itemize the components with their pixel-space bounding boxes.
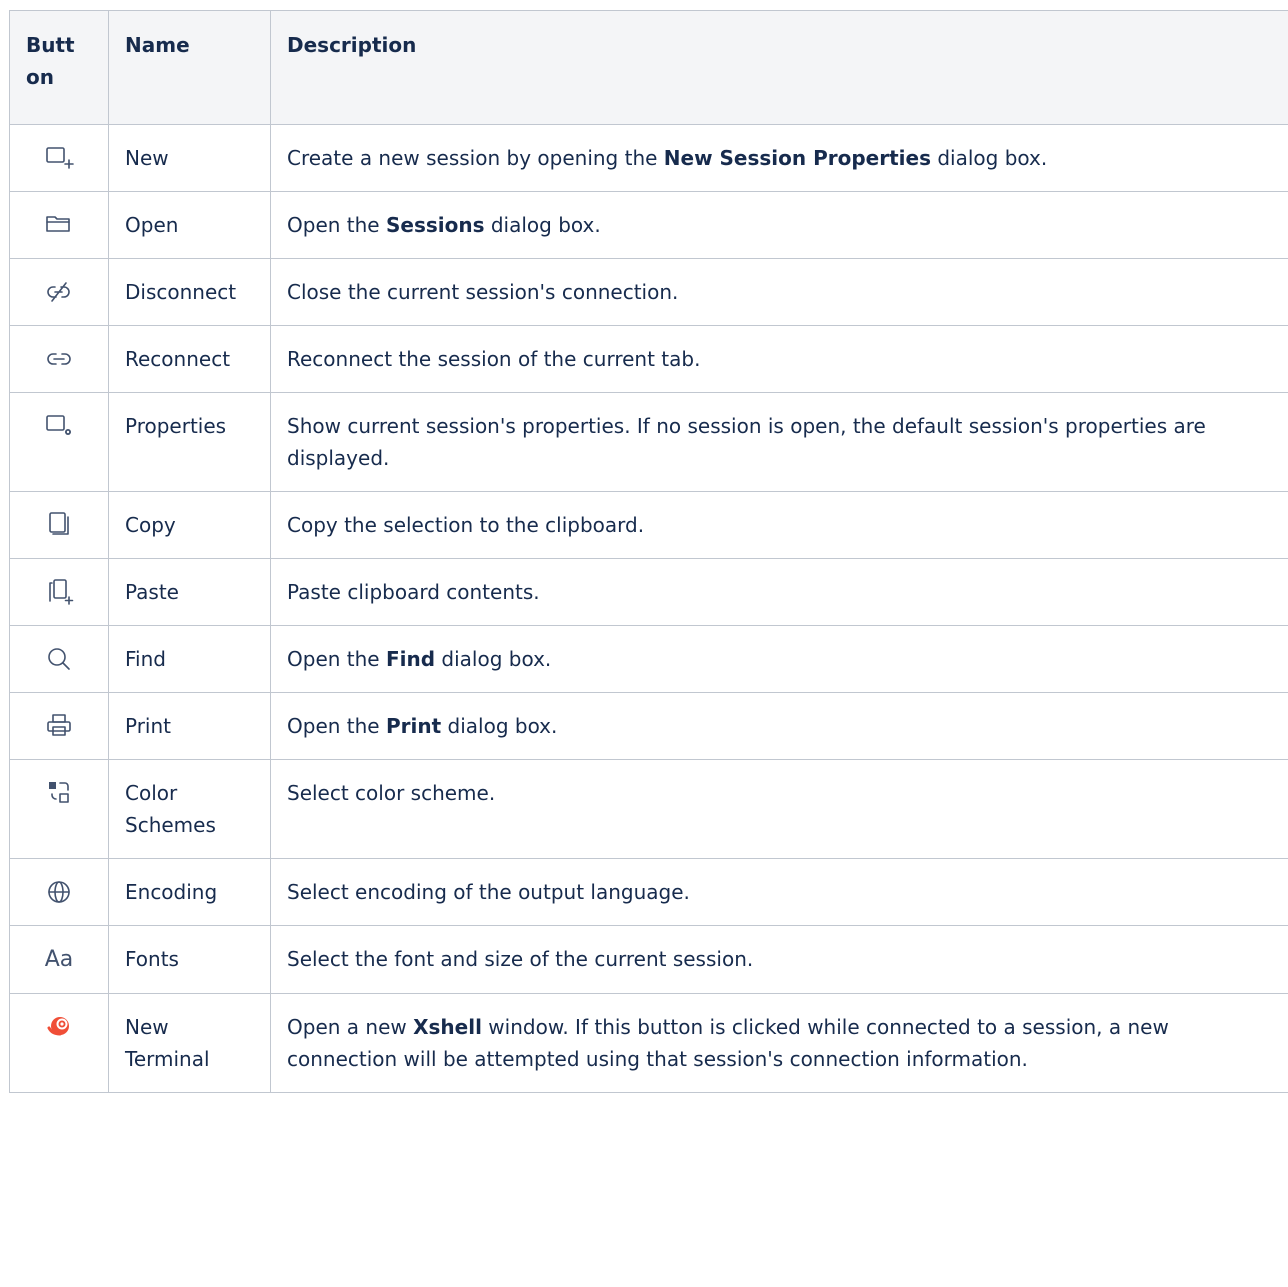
link-icon [43,347,75,371]
button-cell [9,491,109,559]
button-name: Open [108,191,271,259]
button-name: Print [108,692,271,760]
new-session-icon [43,146,75,170]
table-row: Properties Show current session's propert… [9,392,1288,492]
table-row: New Create a new session by opening the N… [9,124,1288,192]
button-name: Find [108,625,271,693]
table-row: Print Open the Print dialog box. [9,692,1288,760]
button-description: Open the Find dialog box. [270,625,1288,693]
table-row: New Terminal Open a new Xshell window. If… [9,993,1288,1093]
button-cell [9,759,109,859]
toolbar-buttons-table: Butt on Name Description New Create a new… [9,10,1288,1093]
button-name: Properties [108,392,271,492]
button-name: Fonts [108,925,271,994]
copy-icon [43,512,75,537]
table-header-row: Butt on Name Description [9,10,1288,125]
button-cell [9,558,109,626]
button-cell [9,692,109,760]
xshell-logo-icon [43,1015,75,1039]
table-row: Open Open the Sessions dialog box. [9,191,1288,259]
button-cell [9,392,109,492]
button-name: Paste [108,558,271,626]
paste-icon [43,579,75,605]
button-name: New [108,124,271,192]
button-name: Copy [108,491,271,559]
button-description: Open the Sessions dialog box. [270,191,1288,259]
header-name: Name [108,10,271,125]
disconnect-link-icon [43,280,75,304]
session-properties-icon [43,414,75,438]
button-cell [9,993,109,1093]
table-row: Disconnect Close the current session's co… [9,258,1288,326]
printer-icon [43,714,75,738]
open-folder-icon [43,213,75,237]
header-description: Description [270,10,1288,125]
button-name: Reconnect [108,325,271,393]
button-cell [9,258,109,326]
button-cell [9,191,109,259]
table-row: Color Schemes Select color scheme. [9,759,1288,859]
button-description: Open a new Xshell window. If this button… [270,993,1288,1093]
search-icon [43,647,75,671]
button-description: Reconnect the session of the current tab… [270,325,1288,393]
button-description: Select color scheme. [270,759,1288,859]
table-row: Find Open the Find dialog box. [9,625,1288,693]
button-description: Show current session's properties. If no… [270,392,1288,492]
button-name: Encoding [108,858,271,926]
button-description: Close the current session's connection. [270,258,1288,326]
globe-icon [43,880,75,904]
button-description: Select encoding of the output language. [270,858,1288,926]
button-name: Disconnect [108,258,271,326]
button-cell [9,325,109,393]
button-description: Copy the selection to the clipboard. [270,491,1288,559]
header-button: Butt on [9,10,109,125]
font-icon: Aa [44,947,74,972]
table-row: Paste Paste clipboard contents. [9,558,1288,626]
table-row: Aa Fonts Select the font and size of the c… [9,925,1288,994]
button-cell [9,858,109,926]
button-description: Open the Print dialog box. [270,692,1288,760]
table-row: Reconnect Reconnect the session of the cu… [9,325,1288,393]
button-description: Paste clipboard contents. [270,558,1288,626]
color-scheme-icon [43,781,75,805]
table-row: Encoding Select encoding of the output la… [9,858,1288,926]
button-name: Color Schemes [108,759,271,859]
button-description: Select the font and size of the current … [270,925,1288,994]
button-cell [9,124,109,192]
button-name: New Terminal [108,993,271,1093]
table-row: Copy Copy the selection to the clipboard. [9,491,1288,559]
button-cell [9,625,109,693]
button-cell: Aa [9,925,109,994]
button-description: Create a new session by opening the New … [270,124,1288,192]
